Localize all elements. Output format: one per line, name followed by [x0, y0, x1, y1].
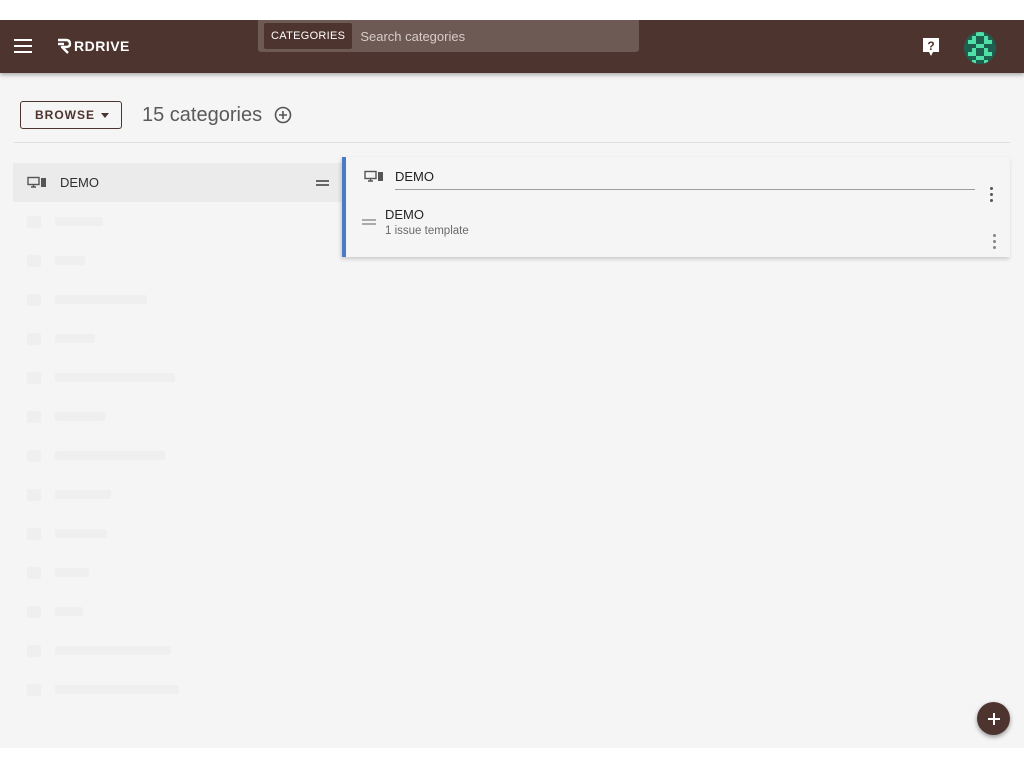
more-vert-icon[interactable]: [990, 187, 994, 203]
list-item[interactable]: [13, 475, 342, 514]
device-icon: [27, 176, 46, 188]
menu-icon[interactable]: [14, 39, 32, 55]
list-item[interactable]: [13, 202, 342, 241]
divider: [14, 142, 1010, 143]
category-name-field[interactable]: [395, 164, 975, 190]
category-label: DEMO: [60, 175, 99, 190]
template-name: DEMO: [385, 207, 424, 222]
caret-down-icon: [101, 112, 109, 118]
list-item[interactable]: [13, 241, 342, 280]
avatar-pattern-icon: [964, 32, 996, 64]
top-app-bar: RDRIVE CATEGORIES ?: [0, 20, 1024, 73]
add-fab-button[interactable]: [977, 702, 1010, 735]
drag-handle-icon[interactable]: [362, 219, 376, 225]
avatar[interactable]: [964, 32, 996, 64]
add-category-icon[interactable]: [274, 106, 292, 124]
browse-button-label: BROWSE: [35, 108, 95, 122]
category-detail-header: [364, 164, 982, 190]
drag-handle-icon[interactable]: [316, 180, 329, 186]
selection-accent-bar: [342, 157, 346, 257]
list-item[interactable]: [13, 592, 342, 631]
browse-button[interactable]: BROWSE: [20, 101, 122, 129]
category-list-item-selected[interactable]: DEMO: [13, 163, 342, 202]
list-item[interactable]: [13, 280, 342, 319]
list-item[interactable]: [13, 358, 342, 397]
list-item[interactable]: [13, 670, 342, 709]
template-more-vert-icon[interactable]: [993, 234, 997, 250]
list-item[interactable]: [13, 514, 342, 553]
list-item[interactable]: [13, 397, 342, 436]
app-root: RDRIVE CATEGORIES ?: [0, 20, 1024, 748]
help-icon[interactable]: ?: [922, 37, 940, 57]
logo-text: RDRIVE: [74, 38, 130, 54]
logo[interactable]: RDRIVE: [55, 35, 130, 57]
page-title: 15 categories: [142, 103, 263, 126]
search-scope-chip[interactable]: CATEGORIES: [264, 23, 353, 49]
category-list: DEMO: [13, 163, 342, 748]
search-input[interactable]: [358, 27, 639, 45]
search-bar: CATEGORIES: [258, 20, 639, 52]
logo-mark-icon: [58, 38, 72, 54]
svg-text:?: ?: [927, 39, 934, 53]
template-subtitle: 1 issue template: [385, 225, 469, 237]
list-item[interactable]: [13, 319, 342, 358]
page-toolbar: BROWSE 15 categories: [20, 99, 292, 131]
list-item[interactable]: [13, 631, 342, 670]
issue-template-row[interactable]: DEMO 1 issue template: [362, 205, 1002, 245]
list-item[interactable]: [13, 436, 342, 475]
category-detail-panel: DEMO 1 issue template: [342, 157, 1010, 257]
device-icon: [364, 170, 383, 182]
list-item[interactable]: [13, 553, 342, 592]
